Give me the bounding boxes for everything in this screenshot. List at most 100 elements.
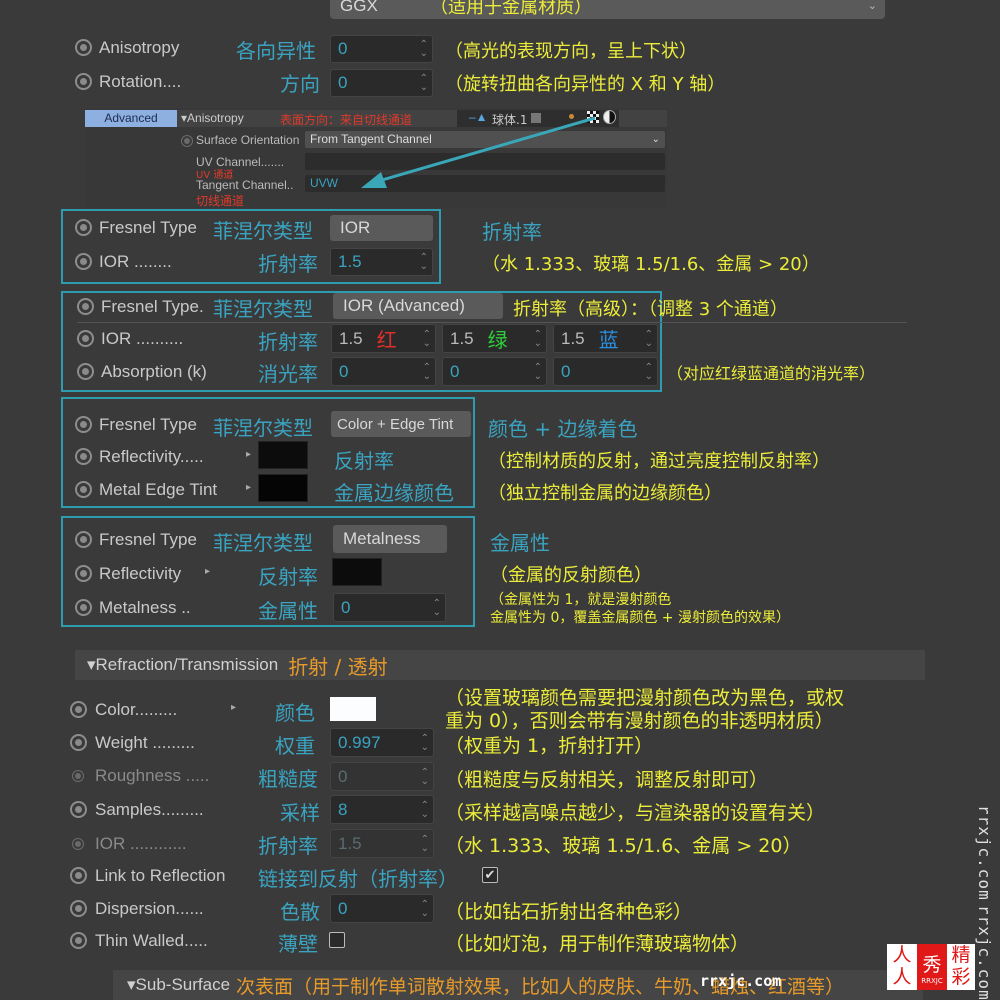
metalness-label: Metalness .. bbox=[99, 598, 191, 617]
metalness-note-2: 金属性为 0，覆盖金属颜色 + 漫射颜色的效果） bbox=[490, 610, 790, 626]
spinner-icon[interactable]: ⌃ ⌄ bbox=[423, 362, 431, 381]
ior-input[interactable]: 1.5 ⌃ ⌄ bbox=[330, 248, 433, 276]
refraction-section-header[interactable]: ▾Refraction/Transmission 折射 / 透射 bbox=[75, 650, 925, 680]
fresnel-type-adv-note: 折射率（高级）：（调整 3 个通道） bbox=[513, 299, 788, 320]
metalness-input[interactable]: 0 ⌃ ⌄ bbox=[333, 593, 446, 622]
spinner-icon[interactable]: ⌃ ⌄ bbox=[421, 800, 429, 819]
refraction-header-cn: 折射 / 透射 bbox=[288, 654, 388, 679]
fresnel-ce-type-note: 颜色 + 边缘着色 bbox=[488, 417, 638, 441]
reflectivity-metal-radio[interactable] bbox=[75, 565, 92, 587]
refr-dispersion-label: Dispersion...... bbox=[95, 899, 204, 918]
refr-roughness-radio[interactable] bbox=[72, 769, 84, 787]
edge-tint-radio[interactable] bbox=[75, 481, 92, 503]
reflectivity-ce-radio[interactable] bbox=[75, 448, 92, 470]
spinner-icon[interactable]: ⌃ ⌄ bbox=[420, 253, 428, 272]
fresnel-type-ce-dropdown[interactable]: Color + Edge Tint bbox=[331, 411, 471, 437]
expand-arrow-icon[interactable]: ▸ bbox=[246, 449, 251, 460]
refr-ior-input[interactable]: 1.5 ⌃ ⌄ bbox=[330, 829, 434, 858]
edge-tint-swatch[interactable] bbox=[258, 474, 308, 502]
fresnel-type-ce-label: Fresnel Type bbox=[99, 415, 197, 434]
expand-arrow-icon[interactable]: ▸ bbox=[205, 566, 210, 577]
refr-roughness-input[interactable]: 0 ⌃ ⌄ bbox=[330, 762, 434, 791]
reflectivity-metal-label: Reflectivity bbox=[99, 564, 182, 583]
anisotropy-note: （高光的表现方向，呈上下状） bbox=[445, 41, 697, 62]
metalness-radio[interactable] bbox=[75, 599, 92, 621]
thin-walled-checkbox[interactable] bbox=[329, 932, 345, 948]
refr-ior-radio[interactable] bbox=[72, 837, 84, 855]
edge-tint-cn: 金属边缘颜色 bbox=[334, 481, 454, 505]
refr-color-swatch[interactable] bbox=[330, 697, 376, 721]
ior-radio[interactable] bbox=[75, 253, 92, 275]
refr-link-radio[interactable] bbox=[70, 867, 87, 889]
ior-adv-radio[interactable] bbox=[77, 330, 94, 352]
spinner-icon[interactable]: ⌃ ⌄ bbox=[420, 74, 428, 93]
ior-green-input[interactable]: 1.5 绿 ⌃ ⌄ bbox=[442, 324, 547, 353]
ior-adv-label: IOR .......... bbox=[101, 329, 184, 348]
red-channel-label: 红 bbox=[376, 328, 397, 352]
spinner-icon[interactable]: ⌃ ⌄ bbox=[421, 899, 429, 918]
anisotropy-input[interactable]: 0 ⌃ ⌄ bbox=[330, 35, 433, 63]
link-to-reflection-checkbox[interactable]: ✔ bbox=[482, 867, 498, 883]
subsurface-section-header[interactable]: ▾Sub-Surface 次表面（用于制作单词散射效果，比如人的皮肤、牛奶、蜡烛… bbox=[113, 970, 923, 1000]
anisotropy-label: Anisotropy bbox=[99, 38, 180, 57]
refr-color-radio[interactable] bbox=[70, 701, 87, 723]
rotation-radio[interactable] bbox=[75, 73, 92, 95]
chevron-down-icon: ⌄ bbox=[867, 0, 877, 12]
metalness-note-1: （金属性为 1，就是漫射颜色 bbox=[490, 592, 672, 608]
fresnel-type-adv-dropdown[interactable]: IOR (Advanced) bbox=[333, 293, 503, 319]
watermark-vertical-1: rrxjc.com bbox=[975, 805, 994, 901]
anisotropy-radio[interactable] bbox=[75, 39, 92, 61]
spinner-icon[interactable]: ⌃ ⌄ bbox=[420, 40, 428, 59]
expand-arrow-icon[interactable]: ▸ bbox=[246, 482, 251, 493]
blue-channel-label: 蓝 bbox=[598, 328, 619, 352]
spinner-icon[interactable]: ⌃ ⌄ bbox=[421, 767, 429, 786]
metalness-cn: 金属性 bbox=[258, 599, 318, 623]
reflectivity-ce-swatch[interactable] bbox=[258, 441, 308, 469]
fresnel-type-metal-radio[interactable] bbox=[75, 531, 92, 553]
rotation-input[interactable]: 0 ⌃ ⌄ bbox=[330, 69, 433, 97]
spinner-icon[interactable]: ⌃ ⌄ bbox=[645, 329, 653, 348]
refr-samples-radio[interactable] bbox=[70, 801, 87, 823]
reflectivity-metal-swatch[interactable] bbox=[332, 558, 382, 586]
fresnel-type-adv-label: Fresnel Type. bbox=[101, 297, 204, 316]
fresnel-type-adv-radio[interactable] bbox=[77, 298, 94, 320]
distribution-dropdown[interactable]: GGX （适用于金属材质） ⌄ bbox=[330, 0, 885, 19]
rotation-note: （旋转扭曲各向异性的 X 和 Y 轴） bbox=[445, 74, 726, 95]
refr-link-cn: 链接到反射（折射率） bbox=[258, 867, 458, 891]
absorption-r-input[interactable]: 0 ⌃ ⌄ bbox=[331, 357, 436, 386]
fresnel-type-metal-dropdown[interactable]: Metalness bbox=[333, 525, 447, 553]
refr-weight-input[interactable]: 0.997 ⌃ ⌄ bbox=[330, 728, 434, 757]
spinner-icon[interactable]: ⌃ ⌄ bbox=[421, 834, 429, 853]
refr-thin-radio[interactable] bbox=[70, 932, 87, 954]
fresnel-ior-note: （水 1.333、玻璃 1.5/1.6、金属 > 20） bbox=[482, 254, 820, 275]
refr-samples-label: Samples......... bbox=[95, 800, 204, 819]
fresnel-metal-type-note: 金属性 bbox=[490, 531, 550, 555]
spinner-icon[interactable]: ⌃ ⌄ bbox=[423, 329, 431, 348]
refr-dispersion-input[interactable]: 0 ⌃ ⌄ bbox=[330, 894, 434, 923]
inset-panel: Advanced ▾Anisotropy 表面方向：来自切线通道 –▲ 球体.1… bbox=[85, 108, 667, 208]
spinner-icon[interactable]: ⌃ ⌄ bbox=[534, 329, 542, 348]
refr-samples-input[interactable]: 8 ⌃ ⌄ bbox=[330, 795, 434, 824]
fresnel-type-dropdown[interactable]: IOR bbox=[330, 215, 433, 241]
refr-weight-radio[interactable] bbox=[70, 734, 87, 756]
edge-tint-note: （独立控制金属的边缘颜色） bbox=[488, 483, 722, 504]
fresnel-type-radio[interactable] bbox=[75, 219, 92, 241]
spinner-icon[interactable]: ⌃ ⌄ bbox=[534, 362, 542, 381]
fresnel-type-ce-radio[interactable] bbox=[75, 416, 92, 438]
rotation-label: Rotation.... bbox=[99, 72, 182, 91]
ior-blue-input[interactable]: 1.5 蓝 ⌃ ⌄ bbox=[553, 324, 658, 353]
ior-red-input[interactable]: 1.5 红 ⌃ ⌄ bbox=[331, 324, 436, 353]
absorption-b-input[interactable]: 0 ⌃ ⌄ bbox=[553, 357, 658, 386]
absorption-g-input[interactable]: 0 ⌃ ⌄ bbox=[442, 357, 547, 386]
spinner-icon[interactable]: ⌃ ⌄ bbox=[421, 733, 429, 752]
spinner-icon[interactable]: ⌃ ⌄ bbox=[645, 362, 653, 381]
refr-thin-cn: 薄壁 bbox=[278, 932, 318, 956]
expand-arrow-icon[interactable]: ▸ bbox=[231, 702, 236, 713]
refr-roughness-note: （粗糙度与反射相关，调整反射即可） bbox=[445, 769, 769, 791]
absorption-radio[interactable] bbox=[77, 363, 94, 385]
refr-color-note-2: 重为 0），否则会带有漫射颜色的非透明材质） bbox=[445, 710, 834, 732]
absorption-label: Absorption (k) bbox=[101, 362, 207, 381]
spinner-icon[interactable]: ⌃ ⌄ bbox=[433, 598, 441, 617]
refr-dispersion-radio[interactable] bbox=[70, 900, 87, 922]
refr-roughness-label: Roughness ..... bbox=[95, 766, 210, 785]
